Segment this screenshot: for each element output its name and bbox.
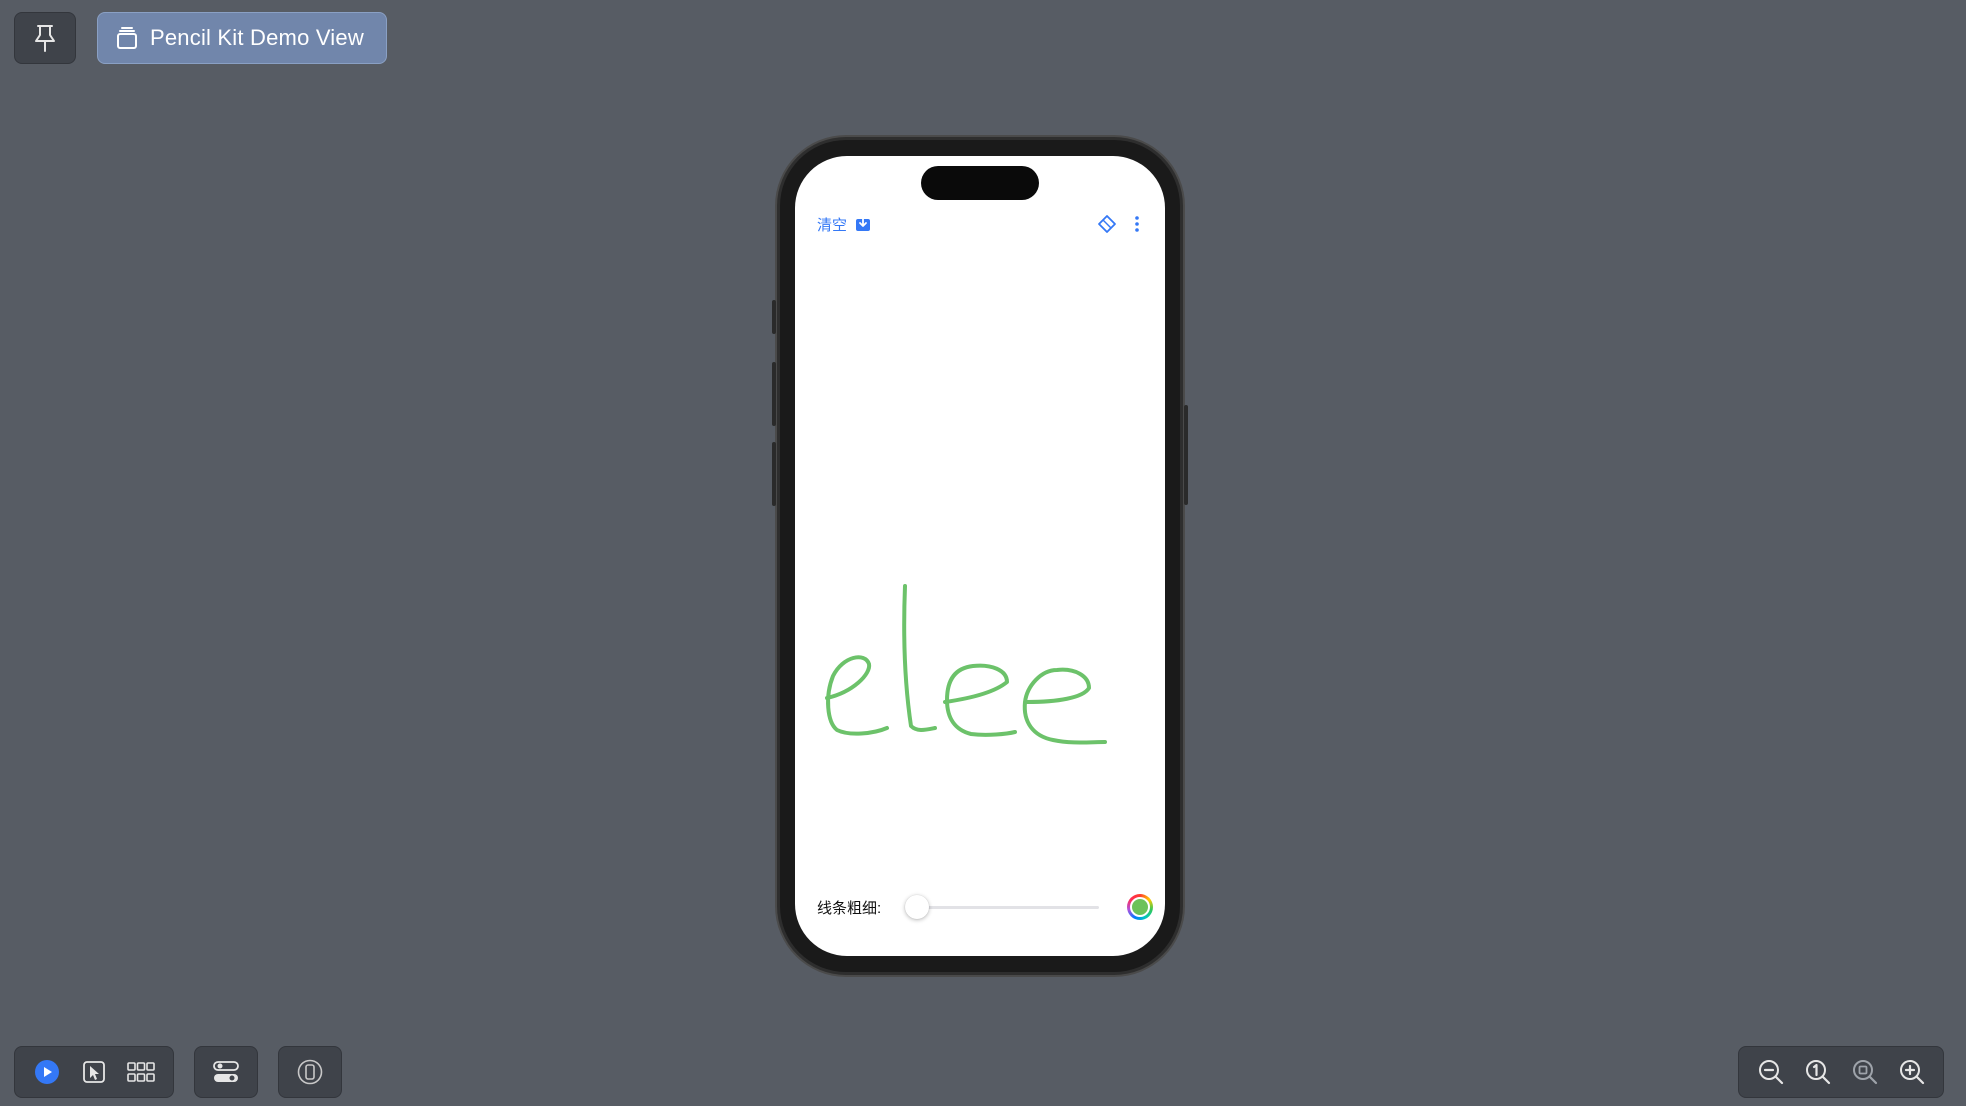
grid-icon bbox=[127, 1062, 156, 1082]
preview-tab[interactable]: Pencil Kit Demo View bbox=[97, 12, 387, 64]
clear-button[interactable]: 清空 bbox=[817, 212, 871, 236]
device-button[interactable] bbox=[295, 1057, 325, 1087]
preview-mode-toolbar bbox=[14, 1046, 174, 1098]
power-button bbox=[1184, 405, 1188, 505]
zoom-fit-button[interactable] bbox=[1850, 1057, 1880, 1087]
pin-icon bbox=[35, 25, 55, 52]
color-wheel-icon bbox=[1130, 897, 1150, 917]
ink-strokes bbox=[825, 584, 1107, 745]
color-picker-button[interactable] bbox=[1127, 894, 1153, 920]
device-settings-icon bbox=[213, 1061, 239, 1082]
slider-track bbox=[905, 906, 1099, 909]
device-settings-button[interactable] bbox=[211, 1057, 241, 1087]
stroke-width-row: 线条粗细: bbox=[817, 892, 1157, 922]
zoom-in-button[interactable] bbox=[1897, 1057, 1927, 1087]
live-preview-button[interactable] bbox=[32, 1057, 62, 1087]
selectable-cursor-icon bbox=[83, 1061, 105, 1083]
clear-button-label: 清空 bbox=[817, 216, 848, 234]
phone-screen: 清空 线条粗细: bbox=[795, 156, 1165, 956]
device-settings-toolbar bbox=[194, 1046, 258, 1098]
volume-down-button bbox=[772, 442, 776, 506]
drawing-canvas[interactable] bbox=[795, 256, 1165, 816]
preview-tab-title: Pencil Kit Demo View bbox=[150, 25, 364, 50]
slider-thumb[interactable] bbox=[905, 895, 929, 919]
pin-button[interactable] bbox=[14, 12, 76, 64]
variants-button[interactable] bbox=[126, 1057, 156, 1087]
phone-device-frame: 清空 线条粗细: bbox=[772, 140, 1188, 972]
zoom-out-button[interactable] bbox=[1756, 1057, 1786, 1087]
zoom-in-icon bbox=[1899, 1060, 1924, 1085]
more-vertical-icon[interactable] bbox=[1131, 214, 1143, 234]
play-icon bbox=[34, 1060, 59, 1084]
selectable-mode-button[interactable] bbox=[79, 1057, 109, 1087]
actual-size-button[interactable] bbox=[1803, 1057, 1833, 1087]
eraser-icon[interactable] bbox=[1097, 214, 1117, 234]
zoom-toolbar bbox=[1738, 1046, 1944, 1098]
save-download-icon[interactable] bbox=[855, 216, 871, 232]
volume-up-button bbox=[772, 362, 776, 426]
actual-size-icon bbox=[1805, 1060, 1830, 1085]
action-button bbox=[772, 300, 776, 334]
zoom-fit-icon bbox=[1852, 1060, 1877, 1085]
stroke-width-slider[interactable] bbox=[905, 892, 1099, 922]
handwritten-stroke bbox=[825, 584, 1107, 745]
stroke-width-label: 线条粗细: bbox=[817, 899, 882, 917]
zoom-out-icon bbox=[1758, 1060, 1783, 1085]
dynamic-island bbox=[921, 166, 1039, 200]
device-toolbar bbox=[278, 1046, 342, 1098]
stack-icon bbox=[117, 27, 137, 49]
device-icon bbox=[297, 1059, 323, 1085]
